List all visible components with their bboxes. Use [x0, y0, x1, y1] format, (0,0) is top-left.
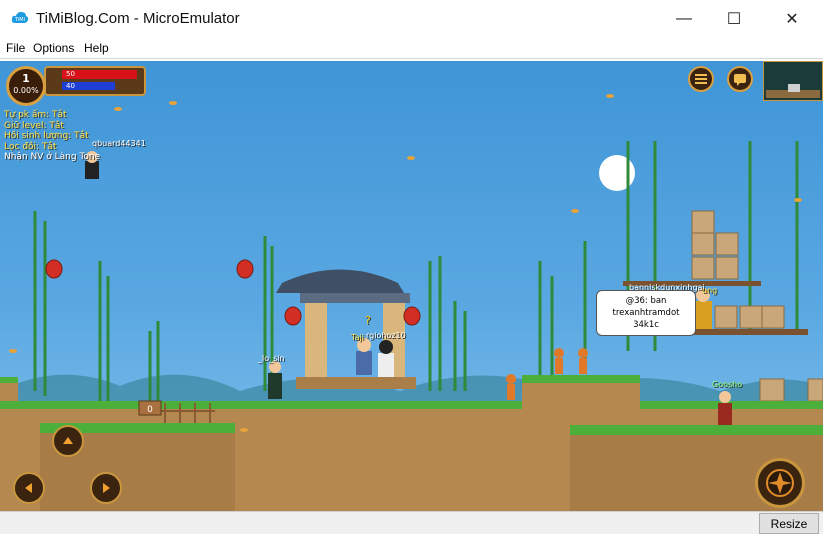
notice-item: Hồi sinh lượng: Tắt — [4, 131, 89, 141]
chat-button[interactable] — [727, 66, 753, 92]
svg-text:0: 0 — [147, 405, 153, 415]
moon — [599, 155, 635, 191]
chat-line: 34k1c — [633, 320, 659, 330]
player-name-center: rgiohoz10 — [366, 331, 406, 340]
npc-name: Taji — [351, 333, 364, 342]
svg-text:TiMi: TiMi — [14, 17, 25, 23]
settings-notice-list: Tự pk ấm: Tắt Giữ level: Tắt Hồi sinh lư… — [4, 110, 100, 163]
mp-bar: 40 — [62, 82, 115, 90]
dpad-left-button[interactable] — [13, 472, 45, 504]
arrow-up-icon — [63, 437, 73, 444]
resize-button[interactable]: Resize — [759, 513, 819, 534]
level-number: 1 — [22, 72, 30, 85]
close-button[interactable]: ✕ — [769, 0, 815, 38]
dpad-right-button[interactable] — [90, 472, 122, 504]
menu-file[interactable]: File — [6, 41, 25, 55]
chat-line: @36: ban — [625, 296, 667, 306]
chat-line: trexanhtramdot — [612, 308, 680, 318]
level-badge: 1 0.00% — [6, 66, 46, 106]
minimize-icon: — — [676, 10, 692, 27]
maximize-button[interactable]: ☐ — [711, 0, 757, 38]
maximize-icon: ☐ — [726, 11, 742, 28]
status-bar: Resize — [0, 511, 823, 534]
player-name-flying: qbuard44341 — [92, 139, 146, 148]
hp-bar: 50 — [62, 70, 137, 79]
minimize-button[interactable]: — — [661, 0, 707, 38]
app-logo-icon: TiMi — [11, 12, 29, 23]
player-name-ground: _lo_sin — [258, 354, 285, 363]
notice-item: Tự pk ấm: Tắt — [4, 110, 67, 120]
arrow-right-icon — [103, 483, 110, 493]
npc-name-platform: ung — [702, 286, 718, 295]
guard-name: Goosho — [712, 380, 743, 389]
title-bar: TiMi TiMiBlog.Com - MicroEmulator — ☐ ✕ — [0, 0, 823, 38]
hp-value: 50 — [66, 70, 75, 78]
arrow-left-icon — [25, 483, 32, 493]
dpad-up-button[interactable] — [52, 425, 84, 457]
pavilion — [276, 269, 416, 389]
chat-bubble: @36: ban trexanhtramdot 34k1c — [596, 290, 696, 336]
notice-item: Giữ level: Tắt — [4, 120, 64, 131]
game-menu-button[interactable] — [688, 66, 714, 92]
notice-item: Lọc đồi: Tắt — [4, 141, 57, 152]
menu-help[interactable]: Help — [84, 41, 109, 55]
window-title: TiMiBlog.Com - MicroEmulator — [36, 10, 240, 27]
character-status-panel: 50 40 1 0.00% — [2, 63, 146, 106]
shuriken-icon — [766, 469, 794, 497]
menu-icon — [695, 74, 707, 84]
bamboo-center — [428, 256, 554, 391]
chat-icon — [734, 74, 746, 86]
notice-item: Nhận NV ở Làng Tone — [4, 152, 101, 162]
game-canvas[interactable]: 0 50 40 1 0.00% Tự pk ấm: Tắt Giữ level:… — [0, 61, 823, 511]
attack-button[interactable] — [755, 458, 805, 508]
menu-bar: File Options Help — [0, 38, 823, 59]
menu-options[interactable]: Options — [33, 41, 74, 55]
quest-marker-icon: ? — [365, 314, 371, 327]
close-icon: ✕ — [785, 11, 799, 28]
minimap[interactable] — [763, 61, 823, 101]
exp-percent: 0.00% — [13, 86, 39, 95]
mp-value: 40 — [66, 82, 75, 90]
